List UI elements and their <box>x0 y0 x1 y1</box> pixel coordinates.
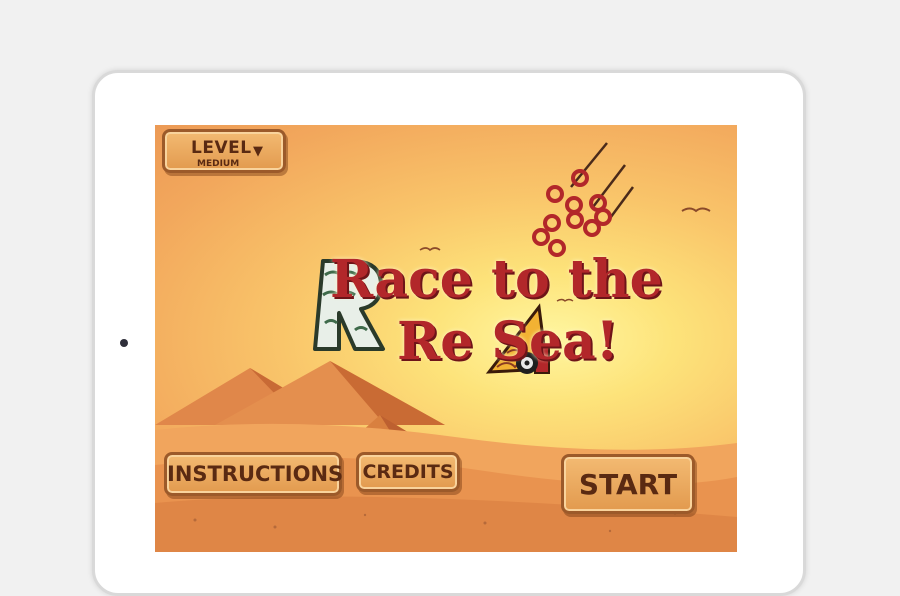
ring-cluster <box>532 169 612 257</box>
level-button[interactable]: LEVEL ▼ MEDIUM <box>162 129 286 173</box>
start-button[interactable]: START <box>561 454 695 514</box>
game-title-line-1: Race to the <box>330 249 663 310</box>
credits-button[interactable]: CREDITS <box>356 452 460 492</box>
bird-icon <box>681 207 711 213</box>
level-value: MEDIUM <box>197 159 240 169</box>
game-screen: Race to the Re Sea! LEVEL ▼ MEDIUM INSTR… <box>155 125 737 552</box>
chevron-down-icon: ▼ <box>253 144 263 159</box>
tablet-camera <box>120 339 128 347</box>
game-title-line-2: Re Sea! <box>397 311 619 372</box>
level-label: LEVEL <box>191 138 252 158</box>
instructions-button[interactable]: INSTRUCTIONS <box>164 452 343 496</box>
